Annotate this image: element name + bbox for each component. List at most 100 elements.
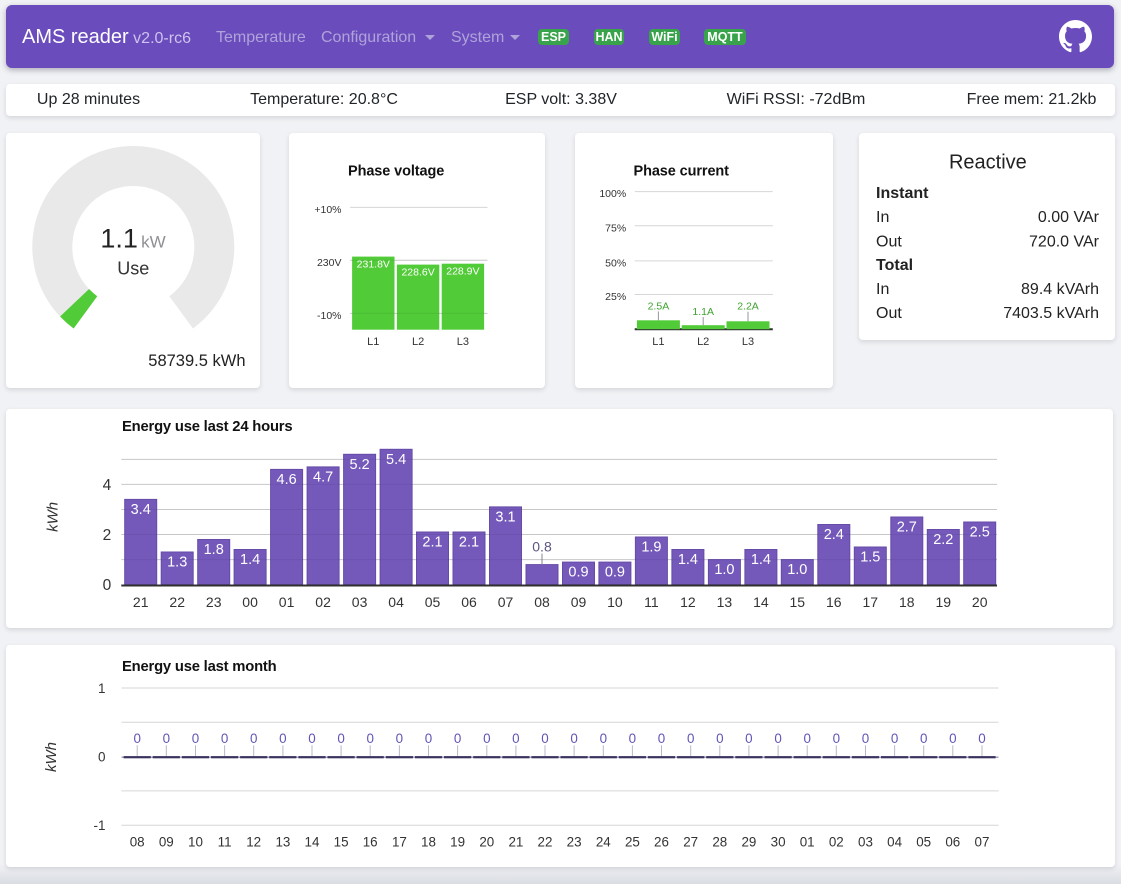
svg-text:18: 18 [899,594,915,610]
svg-text:0.9: 0.9 [568,565,588,581]
svg-text:01: 01 [800,835,815,850]
svg-text:11: 11 [644,594,659,610]
svg-text:16: 16 [363,835,378,850]
svg-text:Energy use last 24 hours: Energy use last 24 hours [122,419,292,435]
svg-text:0: 0 [192,731,199,746]
svg-text:0.8: 0.8 [532,538,552,554]
svg-text:Reactive: Reactive [949,151,1027,173]
svg-text:09: 09 [571,594,587,610]
svg-text:0.9: 0.9 [605,565,625,581]
svg-text:50%: 50% [605,258,626,270]
svg-text:25%: 25% [605,291,626,303]
svg-text:0: 0 [629,731,636,746]
svg-text:15: 15 [334,835,349,850]
svg-text:22: 22 [169,594,185,610]
svg-text:1.3: 1.3 [167,555,187,571]
svg-text:07: 07 [498,594,514,610]
svg-text:3.1: 3.1 [495,510,515,526]
svg-text:Out: Out [876,233,902,250]
svg-text:+10%: +10% [314,204,341,216]
svg-text:29: 29 [741,835,756,850]
svg-text:1.9: 1.9 [641,540,661,556]
svg-text:L2: L2 [411,336,423,348]
svg-text:2.1: 2.1 [422,535,442,551]
svg-text:17: 17 [392,835,407,850]
svg-text:0: 0 [745,731,752,746]
svg-text:30: 30 [771,835,786,850]
svg-text:02: 02 [829,835,844,850]
svg-text:75%: 75% [605,222,626,234]
svg-text:4.7: 4.7 [313,470,333,486]
svg-text:1.0: 1.0 [714,562,734,578]
svg-text:10: 10 [188,835,203,850]
svg-text:12: 12 [246,835,261,850]
svg-text:In: In [876,209,889,226]
svg-text:18: 18 [421,835,436,850]
svg-text:0: 0 [716,731,723,746]
svg-text:04: 04 [388,594,404,610]
svg-text:2.1: 2.1 [459,535,479,551]
svg-text:23: 23 [206,594,222,610]
svg-text:2: 2 [103,527,112,544]
svg-text:19: 19 [450,835,465,850]
svg-text:28: 28 [712,835,727,850]
svg-text:17: 17 [863,594,879,610]
svg-text:Phase voltage: Phase voltage [348,164,444,180]
svg-text:19: 19 [936,594,952,610]
svg-text:07: 07 [975,835,990,850]
svg-text:230V: 230V [316,257,341,269]
svg-text:26: 26 [654,835,669,850]
svg-text:-1: -1 [93,818,105,833]
svg-text:Use: Use [117,258,149,278]
svg-text:0: 0 [891,731,898,746]
svg-text:0: 0 [483,731,490,746]
svg-text:L2: L2 [697,336,709,348]
svg-text:20: 20 [972,594,988,610]
svg-text:12: 12 [680,594,696,610]
svg-text:1.1A: 1.1A [692,306,714,318]
svg-text:0: 0 [308,731,315,746]
svg-text:0: 0 [250,731,257,746]
svg-text:L1: L1 [367,336,379,348]
svg-text:2.7: 2.7 [897,520,917,536]
svg-text:58739.5 kWh: 58739.5 kWh [148,352,245,370]
svg-text:1.8: 1.8 [204,542,224,558]
svg-text:0: 0 [600,731,607,746]
svg-text:0: 0 [774,731,781,746]
svg-text:14: 14 [305,835,320,850]
svg-text:0: 0 [337,731,344,746]
svg-text:Out: Out [876,305,902,322]
svg-text:1: 1 [98,681,106,696]
svg-text:00: 00 [242,594,258,610]
svg-text:05: 05 [916,835,931,850]
svg-text:25: 25 [625,835,640,850]
svg-text:21: 21 [508,835,523,850]
svg-text:2.4: 2.4 [824,527,844,543]
svg-text:7403.5 kVArh: 7403.5 kVArh [1003,305,1099,322]
svg-text:03: 03 [858,835,873,850]
svg-text:21: 21 [133,594,149,610]
svg-text:Phase current: Phase current [633,164,729,180]
svg-text:16: 16 [826,594,842,610]
svg-text:228.9V: 228.9V [446,266,479,278]
svg-text:0: 0 [833,731,840,746]
svg-text:10: 10 [607,594,623,610]
svg-text:20: 20 [479,835,494,850]
svg-text:08: 08 [534,594,550,610]
svg-text:0: 0 [978,731,985,746]
svg-text:02: 02 [315,594,331,610]
svg-text:27: 27 [683,835,698,850]
svg-text:0.00 VAr: 0.00 VAr [1038,209,1100,226]
svg-text:1.0: 1.0 [787,562,807,578]
svg-text:2.5A: 2.5A [647,300,669,312]
svg-text:89.4 kVArh: 89.4 kVArh [1021,280,1099,297]
svg-text:0: 0 [658,731,665,746]
svg-text:1.1kW: 1.1kW [100,224,165,254]
svg-text:L3: L3 [741,336,753,348]
svg-text:01: 01 [279,594,295,610]
svg-text:0: 0 [133,731,140,746]
svg-text:0: 0 [366,731,373,746]
svg-text:09: 09 [159,835,174,850]
svg-text:In: In [876,280,889,297]
svg-text:0: 0 [687,731,694,746]
